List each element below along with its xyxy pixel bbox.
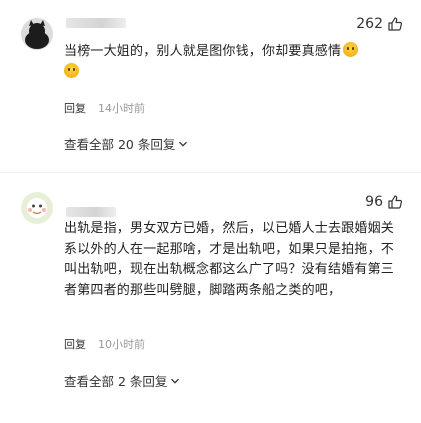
like-count: 262: [356, 16, 383, 32]
comment-meta: 回复 10小时前: [64, 336, 145, 352]
username-blurred[interactable]: [66, 207, 116, 217]
comment-meta: 回复 14小时前: [64, 100, 145, 116]
timestamp: 10小时前: [98, 338, 145, 351]
avatar[interactable]: [21, 192, 53, 224]
view-replies-button[interactable]: 查看全部 20 条回复: [64, 134, 188, 153]
smile-emoji: [64, 62, 79, 78]
divider: [0, 172, 421, 173]
chevron-down-icon: [171, 378, 180, 384]
reply-button[interactable]: 回复: [64, 336, 86, 352]
cat-avatar-icon: [21, 18, 53, 50]
like-button[interactable]: 96: [365, 194, 403, 210]
like-button[interactable]: 262: [356, 16, 403, 32]
reply-button[interactable]: 回复: [64, 100, 86, 116]
view-replies-button[interactable]: 查看全部 2 条回复: [64, 371, 180, 390]
like-count: 96: [365, 194, 383, 210]
comment-text: 当榜一大姐的，别人就是图你钱，你却要真感情: [64, 42, 404, 83]
username-blurred[interactable]: [66, 18, 126, 28]
thumbs-up-icon: [388, 17, 403, 31]
comment-text: 出轨是指，男女双方已婚，然后，以已婚人士去跟婚姻关系以外的人在一起那啥，才是出轨…: [64, 221, 395, 298]
thumbs-up-icon: [388, 195, 403, 209]
chevron-down-icon: [179, 141, 188, 147]
timestamp: 14小时前: [98, 102, 145, 115]
cartoon-avatar-icon: [21, 192, 53, 224]
avatar[interactable]: [21, 18, 53, 50]
smile-emoji: [343, 42, 359, 57]
